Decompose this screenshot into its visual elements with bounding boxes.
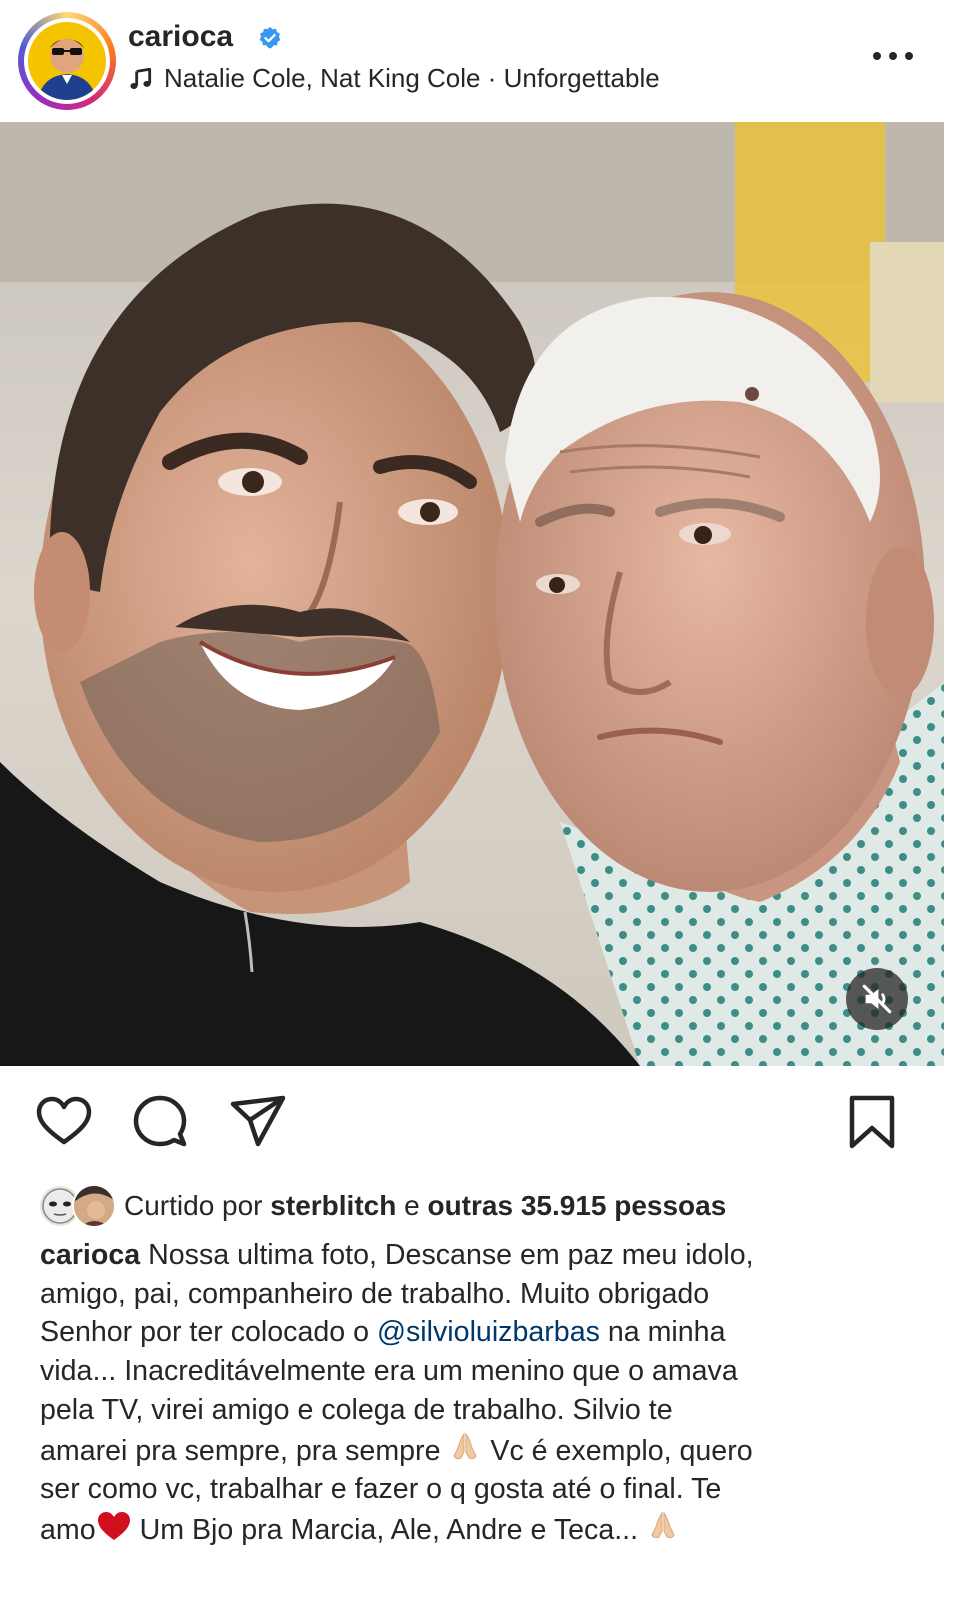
caption-line: carioca Nossa ultima foto, Descanse em p… — [40, 1236, 920, 1275]
muted-speaker-icon — [862, 984, 892, 1014]
caption-text: na minha — [599, 1316, 726, 1349]
caption-line: Senhor por ter colocado o @silvioluizbar… — [40, 1313, 920, 1352]
red-heart-icon — [97, 1511, 130, 1540]
likes-text: Curtido por sterblitch e outras 35.915 p… — [124, 1190, 726, 1222]
comment-icon[interactable] — [130, 1092, 190, 1152]
liker-username[interactable]: sterblitch — [270, 1190, 396, 1221]
liker-avatars — [38, 1183, 118, 1229]
caption-text: Senhor por ter colocado o — [40, 1316, 377, 1349]
music-attribution[interactable]: Natalie Cole, Nat King Cole · Unforgetta… — [128, 63, 660, 94]
post-actions — [0, 1092, 944, 1162]
bookmark-icon[interactable] — [842, 1092, 902, 1152]
avatar — [24, 18, 110, 104]
caption-text: amo — [40, 1513, 96, 1546]
send-icon[interactable] — [228, 1092, 288, 1152]
praying-hands-icon — [453, 1431, 477, 1459]
caption-text: Nossa ultima foto, Descanse em paz meu i… — [140, 1239, 754, 1271]
mention-link[interactable]: @silvioluizbarbas — [377, 1316, 600, 1348]
likes-count[interactable]: outras 35.915 pessoas — [427, 1190, 726, 1221]
caption-username[interactable]: carioca — [40, 1239, 140, 1271]
mute-toggle-button[interactable] — [846, 968, 908, 1030]
like-heart-icon[interactable] — [34, 1092, 94, 1152]
post-caption: carioca Nossa ultima foto, Descanse em p… — [40, 1236, 920, 1550]
caption-text: amarei pra sempre, pra sempre — [40, 1434, 449, 1467]
username[interactable]: carioca — [128, 20, 233, 54]
post-header: carioca Natalie Cole, Nat King Cole · Un… — [0, 0, 963, 122]
post-media[interactable] — [0, 122, 944, 1066]
caption-line: vida... Inacreditávelmente era um menino… — [40, 1355, 738, 1388]
story-ring-avatar[interactable] — [18, 12, 116, 110]
music-note-icon — [130, 67, 152, 89]
caption-line: amo Um Bjo pra Marcia, Ale, Andre e Teca… — [40, 1509, 920, 1550]
liker-avatar — [72, 1184, 116, 1228]
caption-text: Um Bjo pra Marcia, Ale, Andre e Teca... — [131, 1513, 647, 1546]
likes-summary[interactable]: Curtido por sterblitch e outras 35.915 p… — [38, 1182, 726, 1230]
more-options-button[interactable] — [873, 44, 913, 68]
likes-conjunction: e — [396, 1190, 428, 1221]
caption-line: amarei pra sempre, pra sempre Vc é exemp… — [40, 1430, 920, 1471]
verified-badge-icon — [259, 27, 281, 49]
post-photo — [0, 122, 944, 1066]
caption-line: ser como vc, trabalhar e fazer o q gosta… — [40, 1473, 722, 1506]
likes-prefix: Curtido por — [124, 1190, 271, 1221]
more-options-icon — [873, 52, 881, 60]
caption-text: Vc é exemplo, quero — [482, 1434, 753, 1467]
music-track-label: Natalie Cole, Nat King Cole · Unforgetta… — [164, 63, 660, 93]
caption-line: pela TV, virei amigo e colega de trabalh… — [40, 1393, 673, 1426]
avatar-image — [28, 22, 106, 100]
praying-hands-icon — [651, 1511, 675, 1539]
caption-line: amigo, pai, companheiro de trabalho. Mui… — [40, 1277, 710, 1310]
